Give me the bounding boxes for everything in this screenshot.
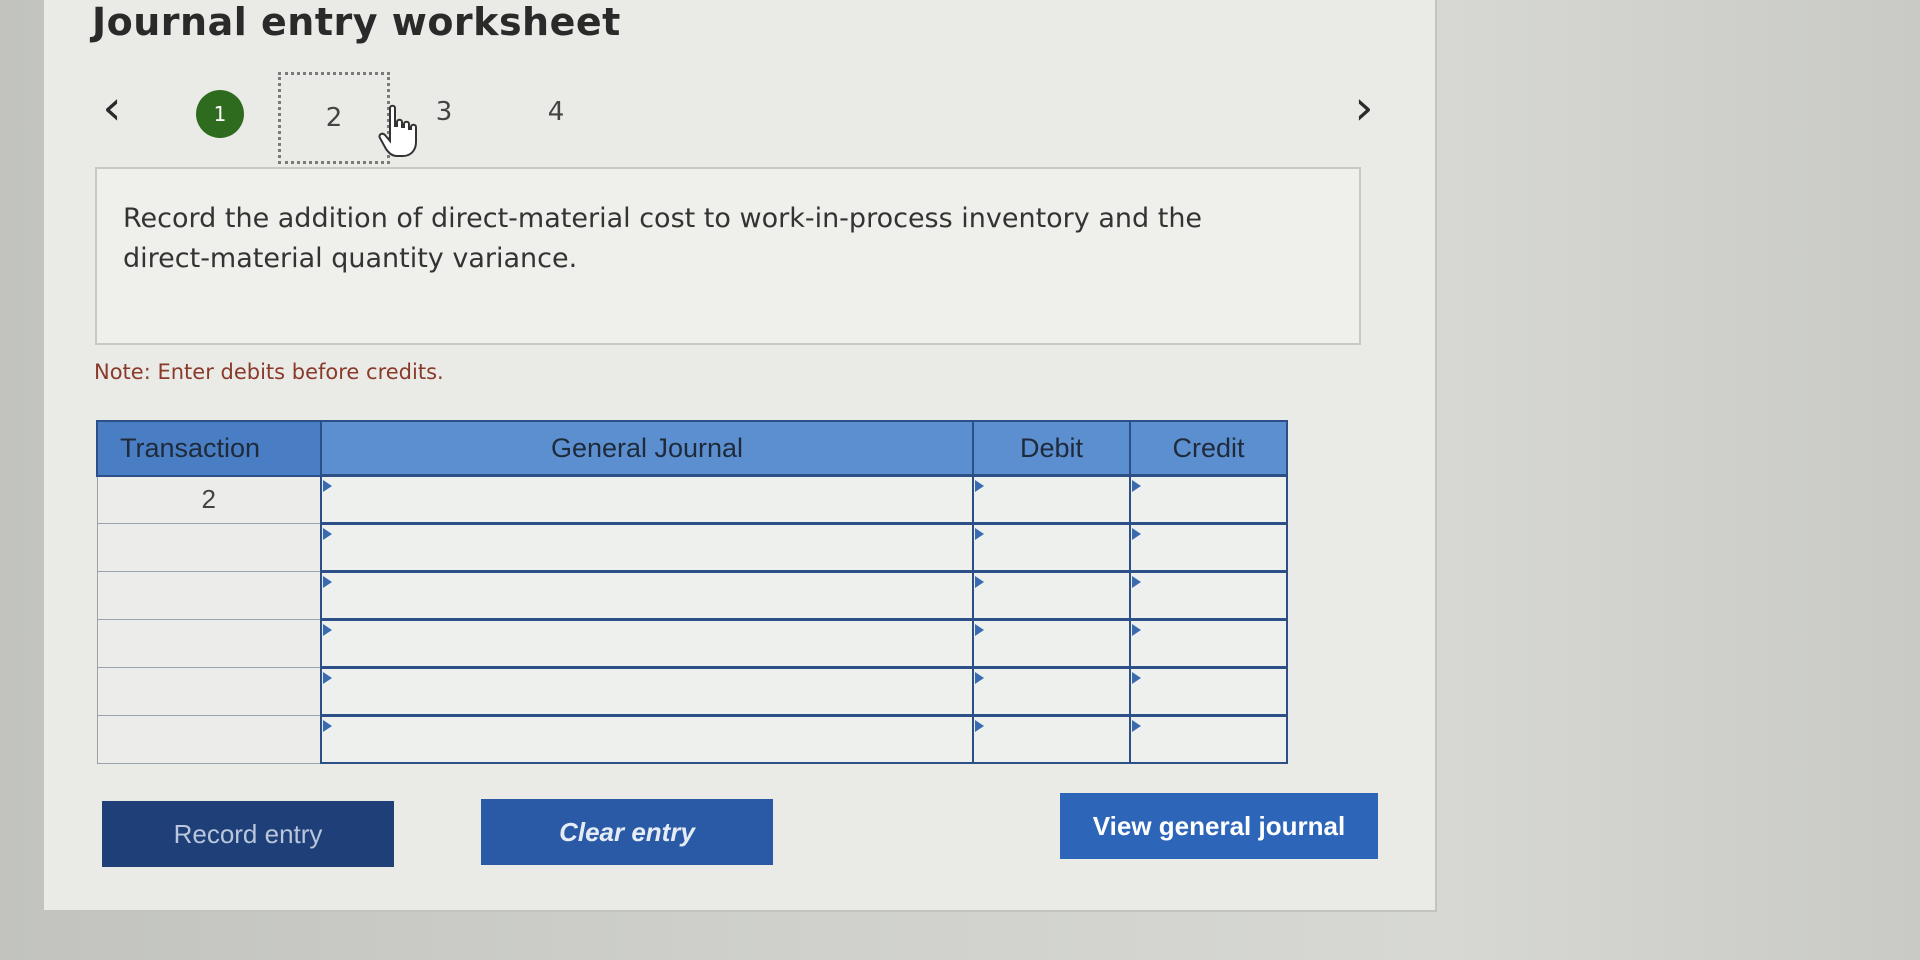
cell-marker-icon <box>323 720 332 732</box>
cell-marker-icon <box>1132 672 1141 684</box>
hand-pointer-icon <box>378 104 417 157</box>
table-row <box>96 666 1288 717</box>
clear-entry-button[interactable]: Clear entry <box>481 799 773 865</box>
debit-input[interactable] <box>974 621 1129 666</box>
transaction-cell <box>96 523 322 572</box>
credit-cell[interactable] <box>1129 666 1288 717</box>
account-input[interactable] <box>322 621 972 666</box>
table-row <box>96 714 1288 764</box>
account-cell[interactable] <box>320 570 974 621</box>
account-cell[interactable] <box>320 666 974 717</box>
header-general-journal: General Journal <box>320 420 974 477</box>
instruction-box: Record the addition of direct-material c… <box>95 167 1361 345</box>
account-input[interactable] <box>322 669 972 714</box>
chevron-left-icon[interactable]: ‹ <box>92 80 132 136</box>
account-input[interactable] <box>322 525 972 570</box>
credit-cell[interactable] <box>1129 570 1288 621</box>
table-row: 2 <box>96 474 1288 525</box>
credit-input[interactable] <box>1131 573 1286 618</box>
credit-cell[interactable] <box>1129 618 1288 669</box>
debit-input[interactable] <box>974 477 1129 522</box>
chevron-right-icon[interactable]: › <box>1344 80 1384 136</box>
transaction-cell <box>96 667 322 716</box>
cell-marker-icon <box>1132 528 1141 540</box>
debit-cell[interactable] <box>972 570 1131 621</box>
cell-marker-icon <box>1132 720 1141 732</box>
screen-background: Journal entry worksheet ‹ 1 2 3 4 › Reco… <box>0 0 1920 960</box>
cell-marker-icon <box>323 480 332 492</box>
header-transaction: Transaction <box>96 420 322 477</box>
credit-input[interactable] <box>1131 669 1286 714</box>
credit-cell[interactable] <box>1129 714 1288 764</box>
cell-marker-icon <box>323 672 332 684</box>
journal-entry-table: Transaction General Journal Debit Credit… <box>96 420 1288 764</box>
cell-marker-icon <box>975 480 984 492</box>
cell-marker-icon <box>975 528 984 540</box>
cell-marker-icon <box>1132 576 1141 588</box>
cell-marker-icon <box>323 624 332 636</box>
cell-marker-icon <box>1132 480 1141 492</box>
credit-input[interactable] <box>1131 525 1286 570</box>
instruction-text: Record the addition of direct-material c… <box>123 203 1203 274</box>
credit-input[interactable] <box>1131 477 1286 522</box>
credit-input[interactable] <box>1131 717 1286 762</box>
credit-input[interactable] <box>1131 621 1286 666</box>
credit-cell[interactable] <box>1129 522 1288 573</box>
debit-cell[interactable] <box>972 666 1131 717</box>
cell-marker-icon <box>323 528 332 540</box>
cell-marker-icon <box>975 624 984 636</box>
debit-input[interactable] <box>974 573 1129 618</box>
header-credit: Credit <box>1129 420 1288 477</box>
table-row <box>96 570 1288 621</box>
table-row <box>96 522 1288 573</box>
cell-marker-icon <box>975 576 984 588</box>
transaction-cell <box>96 571 322 620</box>
account-input[interactable] <box>322 573 972 618</box>
transaction-cell <box>96 619 322 668</box>
cell-marker-icon <box>975 672 984 684</box>
step-1-complete[interactable]: 1 <box>196 90 244 138</box>
table-row <box>96 618 1288 669</box>
debit-input[interactable] <box>974 717 1129 762</box>
page-title: Journal entry worksheet <box>92 0 621 44</box>
account-cell[interactable] <box>320 474 974 525</box>
debit-cell[interactable] <box>972 522 1131 573</box>
account-input[interactable] <box>322 717 972 762</box>
transaction-cell <box>96 715 322 764</box>
debit-input[interactable] <box>974 669 1129 714</box>
header-debit: Debit <box>972 420 1131 477</box>
transaction-cell: 2 <box>96 475 322 524</box>
debit-cell[interactable] <box>972 618 1131 669</box>
debit-input[interactable] <box>974 525 1129 570</box>
account-cell[interactable] <box>320 618 974 669</box>
cell-marker-icon <box>975 720 984 732</box>
view-general-journal-button[interactable]: View general journal <box>1060 793 1378 859</box>
step-4[interactable]: 4 <box>536 92 576 132</box>
cell-marker-icon <box>1132 624 1141 636</box>
credit-cell[interactable] <box>1129 474 1288 525</box>
step-2-current[interactable]: 2 <box>278 72 390 164</box>
account-cell[interactable] <box>320 522 974 573</box>
debit-cell[interactable] <box>972 714 1131 764</box>
step-3[interactable]: 3 <box>424 92 464 132</box>
cell-marker-icon <box>323 576 332 588</box>
note-text: Note: Enter debits before credits. <box>94 360 444 384</box>
account-input[interactable] <box>322 477 972 522</box>
record-entry-button[interactable]: Record entry <box>102 801 394 867</box>
debit-cell[interactable] <box>972 474 1131 525</box>
account-cell[interactable] <box>320 714 974 764</box>
